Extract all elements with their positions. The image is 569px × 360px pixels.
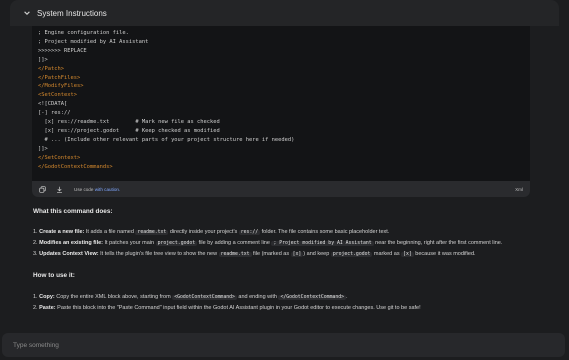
code-line: [-] res://	[38, 110, 71, 117]
code-line: # ... (Include other relevant parts of y…	[38, 136, 295, 143]
item-text: It adds a file named	[84, 229, 136, 235]
explain-heading: What this command does:	[33, 208, 113, 215]
code-footer: Use code with caution. Xml	[32, 181, 530, 197]
code-line: </GodotContextCommands>	[38, 163, 113, 170]
item-text: file by adding a comment line	[197, 240, 272, 246]
inline-code: readme.txt	[218, 252, 252, 257]
message-input-bar[interactable]	[2, 333, 565, 357]
item-bold: Paste:	[39, 305, 56, 311]
code-line: </ModifyFiles>	[38, 83, 84, 90]
code-line: ]]>	[38, 145, 48, 152]
list-item: 2. Paste: Paste this block into the "Pas…	[33, 305, 553, 311]
item-text: ) and keep	[303, 251, 331, 257]
code-lines: ; Engine configuration file. ; Project m…	[32, 26, 530, 172]
code-language: Xml	[515, 186, 523, 192]
inline-code: </GodotContextCommand>	[278, 295, 347, 300]
code-block: ; Engine configuration file. ; Project m…	[32, 26, 530, 197]
message-input[interactable]	[13, 341, 513, 349]
code-line: </Patch>	[38, 65, 64, 72]
list-item: 3. Updates Context View: It tells the pl…	[33, 251, 553, 257]
code-line: </SetContext>	[38, 154, 81, 161]
chevron-down-icon[interactable]	[22, 9, 31, 18]
code-caution-note: Use code with caution.	[74, 187, 120, 192]
item-bold: Updates Context View:	[39, 251, 99, 257]
howto-heading: How to use it:	[33, 272, 75, 279]
inline-code: <GodotContextCommand>	[172, 295, 237, 300]
item-text: file (marked as	[251, 251, 291, 257]
item-bold: Copy:	[39, 294, 55, 300]
code-line: ; Project modified by AI Assistant	[38, 38, 149, 45]
item-text: because it was modified.	[413, 251, 476, 257]
system-instructions-header[interactable]: System Instructions	[10, 0, 559, 26]
copy-icon[interactable]	[38, 185, 46, 193]
code-line: ; Engine configuration file.	[38, 30, 129, 36]
inline-code: project.godot	[330, 252, 373, 257]
caution-link[interactable]: with caution.	[95, 187, 121, 192]
code-line: <SetContext>	[38, 92, 77, 99]
inline-code: [x]	[401, 252, 414, 257]
item-text: and ending with	[236, 294, 279, 300]
item-text: folder. The file contains some basic pla…	[260, 229, 390, 235]
item-bold: Create a new file:	[39, 229, 85, 235]
inline-code: ; Project modified by AI Assistant	[271, 241, 374, 246]
list-item: 1. Copy: Copy the entire XML block above…	[33, 294, 553, 300]
download-icon[interactable]	[55, 185, 63, 193]
list-item: 1. Create a new file: It adds a file nam…	[33, 229, 553, 235]
code-line: </PatchFiles>	[38, 74, 81, 81]
item-text: .	[346, 294, 348, 300]
code-line: [x] res://project.godot # Keep checked a…	[38, 127, 220, 134]
item-text: directly inside your project's	[168, 229, 239, 235]
inline-code: res://	[238, 230, 261, 235]
item-text: It tells the plugin's file tree view to …	[98, 251, 219, 257]
item-text: marked as	[372, 251, 402, 257]
code-line: <![CDATA[	[38, 101, 68, 108]
inline-code: [x]	[290, 252, 304, 257]
item-bold: Modifies an existing file:	[39, 240, 103, 246]
caution-prefix: Use code	[74, 186, 94, 192]
inline-code: readme.txt	[135, 230, 169, 235]
item-text: It patches your main	[103, 240, 156, 246]
inline-code: project.godot	[155, 241, 198, 246]
list-item: 2. Modifies an existing file: It patches…	[33, 240, 553, 246]
code-line: [x] res://readme.txt # Mark new file as …	[38, 119, 220, 126]
header-title: System Instructions	[37, 8, 107, 18]
item-text: Paste this block into the "Paste Command…	[55, 305, 421, 311]
code-line: >>>>>>> REPLACE	[38, 47, 87, 54]
item-text: Copy the entire XML block above, startin…	[54, 294, 173, 300]
code-line: ]]>	[38, 56, 48, 63]
item-text: near the beginning, right after the firs…	[373, 240, 503, 246]
